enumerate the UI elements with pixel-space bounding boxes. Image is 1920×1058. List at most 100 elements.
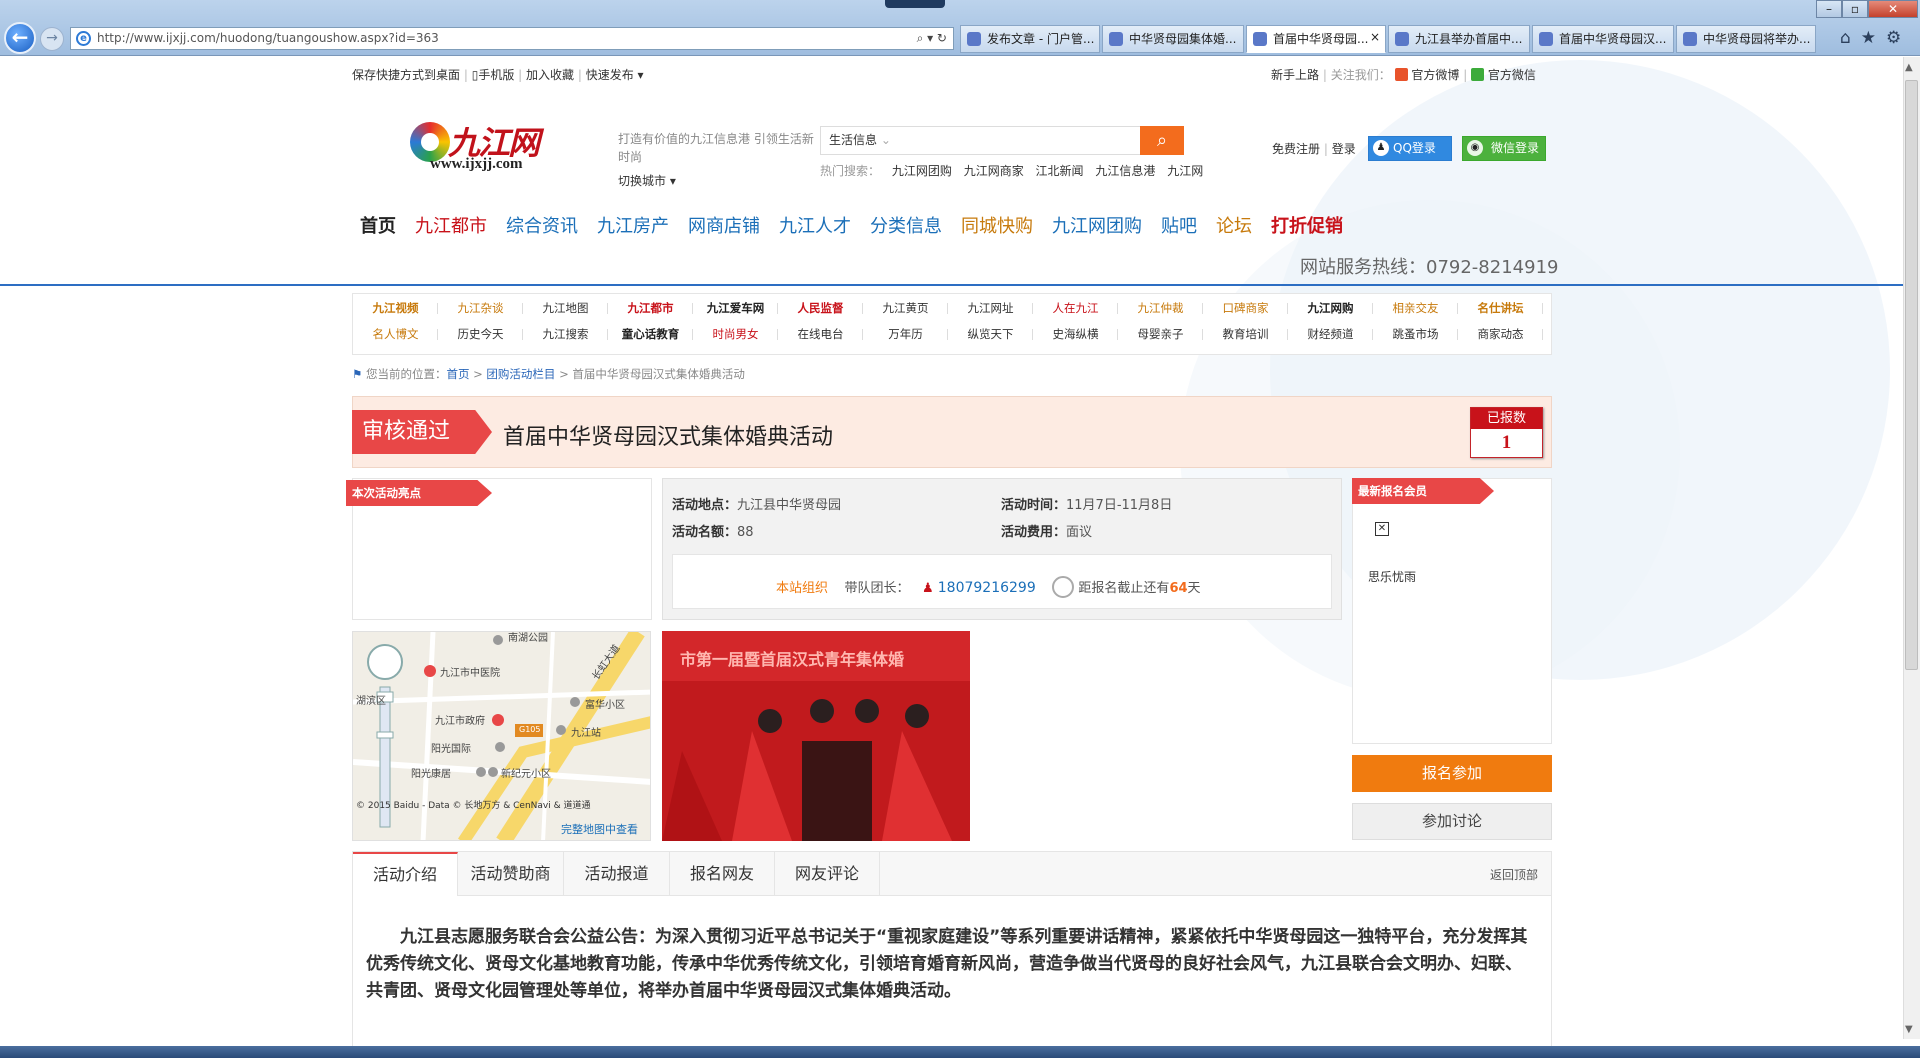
tab-reports[interactable]: 活动报道 bbox=[564, 852, 670, 896]
maximize-button[interactable]: ▫ bbox=[1842, 0, 1868, 18]
save-shortcut-link[interactable]: 保存快捷方式到桌面 bbox=[352, 68, 460, 82]
map-label: 九江市中医院 bbox=[440, 668, 500, 679]
minimize-button[interactable]: – bbox=[1816, 0, 1842, 18]
subnav-item[interactable]: 名仕讲坛 bbox=[1458, 300, 1543, 316]
quick-publish-link[interactable]: 快速发布 bbox=[586, 68, 634, 82]
subnav-item[interactable]: 九江视频 bbox=[353, 300, 438, 316]
subnav-item[interactable]: 万年历 bbox=[863, 326, 948, 342]
browser-tab[interactable]: 中华贤母园将举办... bbox=[1676, 25, 1816, 53]
subnav-item[interactable]: 名人博文 bbox=[353, 326, 438, 342]
subnav-item[interactable]: 九江爱车网 bbox=[693, 300, 778, 316]
browser-tab[interactable]: 首届中华贤母园... × bbox=[1246, 25, 1386, 53]
browser-tab[interactable]: 首届中华贤母园汉... bbox=[1532, 25, 1674, 53]
main-nav-item[interactable]: 综合资讯 bbox=[506, 216, 578, 237]
full-map-link[interactable]: 完整地图中查看 bbox=[561, 821, 638, 837]
weibo-link[interactable]: 官方微博 bbox=[1411, 68, 1459, 82]
registered-count-box: 已报数 1 bbox=[1470, 407, 1543, 458]
tab-registrants[interactable]: 报名网友 bbox=[670, 852, 775, 896]
main-navigation: 首页 九江都市 综合资讯 九江房产 网商店铺 九江人才 分类信息 同城快购 九江网团购 贴吧 论坛打… bbox=[360, 212, 1362, 238]
subnav-item[interactable]: 九江地图 bbox=[523, 300, 608, 316]
subnav-item[interactable]: 历史今天 bbox=[438, 326, 523, 342]
subnav-item[interactable]: 纵览天下 bbox=[948, 326, 1033, 342]
subnav-item[interactable]: 九江仲裁 bbox=[1118, 300, 1203, 316]
address-tools-icons[interactable]: ⌕ ▾ ↻ bbox=[917, 28, 947, 49]
subnav-item[interactable]: 人在九江 bbox=[1033, 300, 1118, 316]
login-link[interactable]: 登录 bbox=[1332, 142, 1356, 156]
tab-title: 发布文章 - 门户管... bbox=[987, 32, 1095, 46]
browser-tab[interactable]: 中华贤母园集体婚... bbox=[1102, 25, 1244, 53]
close-window-button[interactable]: ✕ bbox=[1868, 0, 1918, 18]
qq-login-button[interactable]: ♟ QQ登录 bbox=[1368, 136, 1452, 161]
main-nav-item[interactable]: 论坛 bbox=[1216, 216, 1252, 237]
subnav-item[interactable]: 九江黄页 bbox=[863, 300, 948, 316]
discuss-button[interactable]: 参加讨论 bbox=[1352, 803, 1552, 840]
subnav-item[interactable]: 九江网购 bbox=[1288, 300, 1373, 316]
subnav-item[interactable]: 财经频道 bbox=[1288, 326, 1373, 342]
main-nav-item[interactable]: 同城快购 bbox=[961, 216, 1033, 237]
scrollbar-thumb[interactable] bbox=[1905, 80, 1918, 670]
switch-city-link[interactable]: 切换城市 ▾ bbox=[618, 172, 676, 189]
gear-icon[interactable]: ⚙ bbox=[1886, 28, 1911, 48]
breadcrumb-home[interactable]: 首页 bbox=[446, 367, 469, 381]
browser-tab[interactable]: 发布文章 - 门户管... bbox=[960, 25, 1100, 53]
main-nav-item[interactable]: 九江都市 bbox=[415, 216, 487, 237]
tab-sponsors[interactable]: 活动赞助商 bbox=[458, 852, 564, 896]
subnav-item[interactable]: 九江搜索 bbox=[523, 326, 608, 342]
subnav-item[interactable]: 教育培训 bbox=[1203, 326, 1288, 342]
forward-button[interactable]: → bbox=[40, 27, 64, 51]
register-link[interactable]: 免费注册 bbox=[1272, 142, 1320, 156]
wechat-login-button[interactable]: ◉ 微信登录 bbox=[1462, 136, 1546, 161]
tab-intro[interactable]: 活动介绍 bbox=[353, 852, 458, 896]
main-nav-item[interactable]: 九江网团购 bbox=[1052, 216, 1142, 237]
subnav-item[interactable]: 史海纵横 bbox=[1033, 326, 1118, 342]
mobile-link[interactable]: 手机版 bbox=[478, 68, 514, 82]
subnav-item[interactable]: 人民监督 bbox=[778, 300, 863, 316]
main-nav-item[interactable]: 分类信息 bbox=[870, 216, 942, 237]
browser-tab[interactable]: 九江县举办首届中... bbox=[1388, 25, 1530, 53]
favorite-link[interactable]: 加入收藏 bbox=[526, 68, 574, 82]
back-button[interactable]: ← bbox=[4, 22, 36, 54]
hot-keyword[interactable]: 九江信息港 bbox=[1095, 164, 1155, 178]
search-input[interactable]: 生活信息 ⌄ bbox=[820, 126, 1140, 155]
main-nav-item[interactable]: 贴吧 bbox=[1161, 216, 1197, 237]
main-nav-item[interactable]: 网商店铺 bbox=[688, 216, 760, 237]
subnav-item[interactable]: 时尚男女 bbox=[693, 326, 778, 342]
site-logo[interactable]: 九江网 www.ijxjj.com bbox=[410, 118, 555, 178]
subnav-item[interactable]: 九江都市 bbox=[608, 300, 693, 316]
subnav-item[interactable]: 九江杂谈 bbox=[438, 300, 523, 316]
subnav-item[interactable]: 口碑商家 bbox=[1203, 300, 1288, 316]
leader-phone-link[interactable]: 18079216299 bbox=[938, 580, 1036, 596]
main-nav-item[interactable]: 首页 bbox=[360, 216, 396, 237]
map-label: 富华小区 bbox=[585, 700, 625, 711]
subnav-item[interactable]: 跳蚤市场 bbox=[1373, 326, 1458, 342]
location-map[interactable]: 南湖公园 九江市中医院 长虹大道 湖滨区 富华小区 九江市政府 九江站 阳光国际… bbox=[352, 631, 651, 841]
scroll-up-icon[interactable]: ▲ bbox=[1905, 62, 1913, 73]
subnav-item[interactable]: 九江网址 bbox=[948, 300, 1033, 316]
home-icon[interactable]: ⌂ bbox=[1840, 28, 1861, 48]
member-name[interactable]: 思乐忧雨 bbox=[1368, 568, 1416, 585]
hot-keyword[interactable]: 九江网团购 bbox=[892, 164, 952, 178]
close-tab-icon[interactable]: × bbox=[1370, 30, 1380, 44]
hot-keyword[interactable]: 九江网 bbox=[1167, 164, 1203, 178]
qq-login-label: QQ登录 bbox=[1393, 141, 1436, 155]
main-nav-item[interactable]: 九江人才 bbox=[779, 216, 851, 237]
subnav-item[interactable]: 相亲交友 bbox=[1373, 300, 1458, 316]
breadcrumb-section[interactable]: 团购活动栏目 bbox=[486, 367, 555, 381]
subnav-item[interactable]: 母婴亲子 bbox=[1118, 326, 1203, 342]
main-nav-item[interactable]: 打折促销 bbox=[1271, 216, 1343, 237]
scroll-down-icon[interactable]: ▼ bbox=[1905, 1024, 1913, 1035]
join-button[interactable]: 报名参加 bbox=[1352, 755, 1552, 792]
subnav-item[interactable]: 童心话教育 bbox=[608, 326, 693, 342]
weixin-link[interactable]: 官方微信 bbox=[1488, 68, 1536, 82]
favorites-star-icon[interactable]: ★ bbox=[1861, 28, 1886, 48]
newbie-link[interactable]: 新手上路 bbox=[1271, 68, 1319, 82]
tab-comments[interactable]: 网友评论 bbox=[775, 852, 880, 896]
subnav-item[interactable]: 在线电台 bbox=[778, 326, 863, 342]
back-to-top-link[interactable]: 返回顶部 bbox=[1490, 866, 1538, 883]
hot-keyword[interactable]: 江北新闻 bbox=[1036, 164, 1084, 178]
search-button[interactable]: ⌕ bbox=[1140, 126, 1184, 155]
hot-keyword[interactable]: 九江网商家 bbox=[964, 164, 1024, 178]
main-nav-item[interactable]: 九江房产 bbox=[597, 216, 669, 237]
address-bar[interactable]: e http://www.ijxjj.com/huodong/tuangoush… bbox=[70, 27, 954, 50]
subnav-item[interactable]: 商家动态 bbox=[1458, 326, 1543, 342]
